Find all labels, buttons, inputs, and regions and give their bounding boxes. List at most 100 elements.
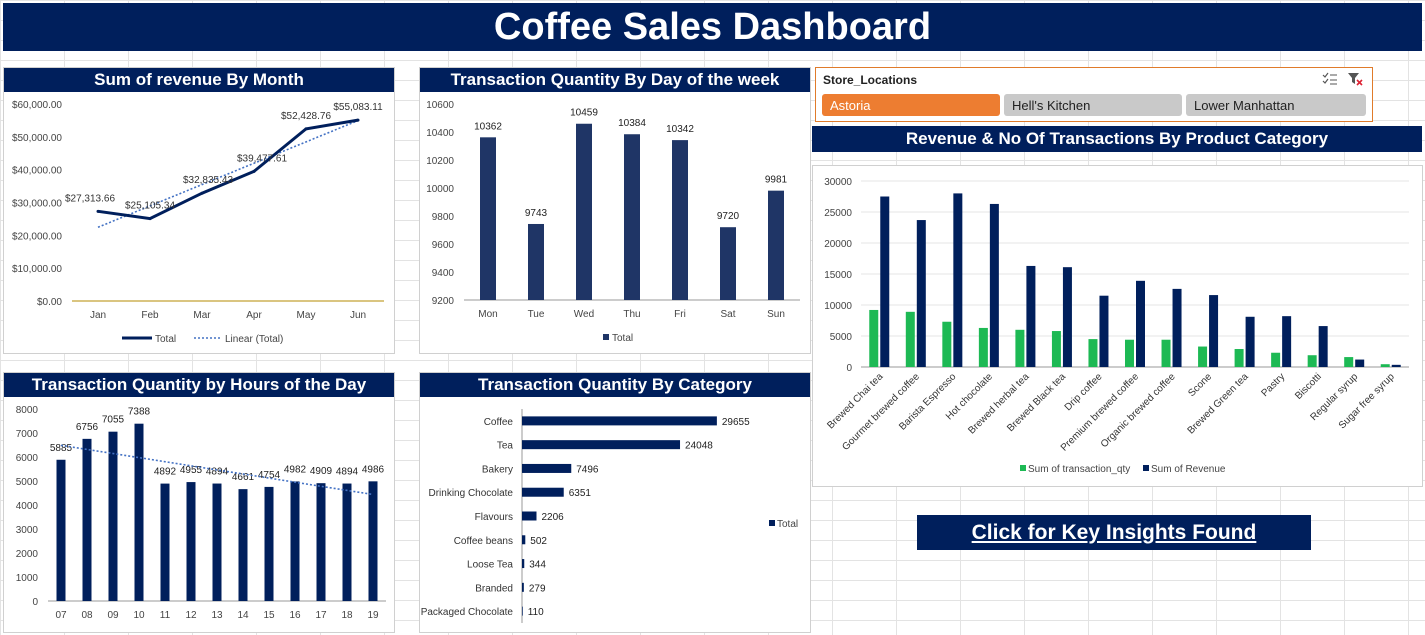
bar [522,582,524,592]
x-tick-label: Jan [90,310,106,321]
data-label: 7055 [102,415,125,426]
bar-revenue [1026,265,1036,367]
bar [238,489,248,601]
y-tick-label: 8000 [16,405,39,416]
data-label: 344 [529,560,546,571]
hours-chart: 0 1000 2000 3000 4000 5000 6000 7000 8000 5885 07 6… [16,405,386,621]
data-label: 10384 [618,118,646,129]
x-tick-label: Brewed Green tea [1186,371,1251,436]
bar-transaction-qty [1198,346,1208,367]
bar-revenue [1282,316,1292,367]
bar [522,487,564,497]
x-tick-label: Jun [350,310,366,321]
data-label: 4955 [180,465,203,476]
bar [576,123,592,301]
data-label: 7388 [128,407,151,418]
slicer-title: Store_Locations [823,73,918,87]
revenue-month-panel[interactable]: Sum of revenue By Month $0.00 $10,000.00 $… [3,67,395,354]
x-tick-label: 07 [55,610,67,621]
y-tick-label: 1000 [16,573,39,584]
bar-transaction-qty [1088,339,1098,367]
slicer-option-lower-manhattan[interactable]: Lower Manhattan [1186,94,1366,116]
data-label: 10342 [666,124,694,135]
y-tick-label: 15000 [824,270,852,281]
data-label: 9981 [765,175,788,186]
hours-panel[interactable]: Transaction Quantity by Hours of the Day… [3,372,395,633]
x-tick-label: 15 [263,610,275,621]
clear-filter-icon[interactable] [1347,72,1363,86]
x-tick-label: Sat [720,309,735,320]
x-tick-label: Feb [141,310,159,321]
category-label: Coffee beans [454,536,513,547]
bar-revenue [1136,280,1145,367]
y-tick-label: 3000 [16,525,39,536]
bar [522,463,572,473]
x-tick-label: 13 [211,610,223,621]
y-tick-label: 9800 [432,212,455,223]
bar [522,535,526,545]
legend-swatch-transaction-qty [1020,465,1026,471]
weekday-panel[interactable]: Transaction Quantity By Day of the week … [419,67,811,354]
key-insights-button[interactable]: Click for Key Insights Found [917,515,1311,550]
data-label: 4986 [362,464,385,475]
bar [316,483,326,601]
y-tick-label: 0 [32,597,38,608]
bar-revenue [1391,364,1401,367]
category-panel[interactable]: Transaction Quantity By Category Coffee 2… [419,372,811,633]
bar-transaction-qty [1051,331,1061,367]
x-tick-label: Wed [574,309,594,320]
bar-transaction-qty [1125,339,1134,367]
bar [528,223,544,300]
category-label: Packaged Chocolate [421,607,514,618]
x-tick-label: Biscotti [1293,371,1324,402]
bar-revenue [1099,295,1109,367]
data-label: 2206 [541,512,564,523]
data-point [252,169,256,173]
data-label: 4754 [258,470,281,481]
x-tick-label: Fri [674,309,686,320]
category-label: Coffee [484,417,514,428]
bar [624,134,640,300]
bar [368,481,378,601]
legend-swatch-revenue [1143,465,1149,471]
x-tick-label: 16 [289,610,301,621]
slicer-option-astoria[interactable]: Astoria [822,94,1000,116]
y-tick-label: 10000 [426,184,454,195]
data-label: 10362 [474,121,502,132]
page-title: Coffee Sales Dashboard [493,5,932,48]
bar-revenue [953,193,963,367]
y-tick-label: $60,000.00 [12,100,62,111]
bar-transaction-qty [978,327,988,367]
data-point [148,217,152,221]
legend-label-trend: Linear (Total) [225,334,283,345]
data-label: 5885 [50,443,73,454]
bar [160,483,170,601]
bar-transaction-qty [1161,339,1171,367]
bar [108,431,118,601]
x-tick-label: 19 [367,610,379,621]
y-tick-label: 20000 [824,239,852,250]
y-tick-label: 5000 [830,332,853,343]
data-label: 9720 [717,211,740,222]
product-category-panel[interactable]: 0 5000 10000 15000 20000 25000 30000 Brewed Cha… [812,165,1423,487]
data-label: 9743 [525,208,548,219]
bar-transaction-qty [942,321,952,367]
store-location-slicer[interactable]: Store_Locations Astoria Hell's Kitchen L… [815,67,1373,122]
data-label: $27,313.66 [65,193,115,204]
legend-swatch-total [769,520,775,526]
data-label: 279 [529,583,546,594]
key-insights-label: Click for Key Insights Found [971,520,1257,544]
category-label: Flavours [475,512,513,523]
y-tick-label: $10,000.00 [12,264,62,275]
bar-revenue [989,203,999,367]
x-tick-label: 12 [185,610,197,621]
data-label: $39,477.61 [237,153,287,164]
bar-transaction-qty [1271,352,1281,367]
bar [82,438,92,601]
slicer-option-hells-kitchen[interactable]: Hell's Kitchen [1004,94,1182,116]
product-category-title: Revenue & No Of Transactions By Product … [812,126,1422,152]
x-tick-label: 08 [81,610,93,621]
category-label: Tea [497,441,514,452]
multi-select-icon[interactable] [1322,72,1338,86]
category-label: Bakery [482,464,513,475]
